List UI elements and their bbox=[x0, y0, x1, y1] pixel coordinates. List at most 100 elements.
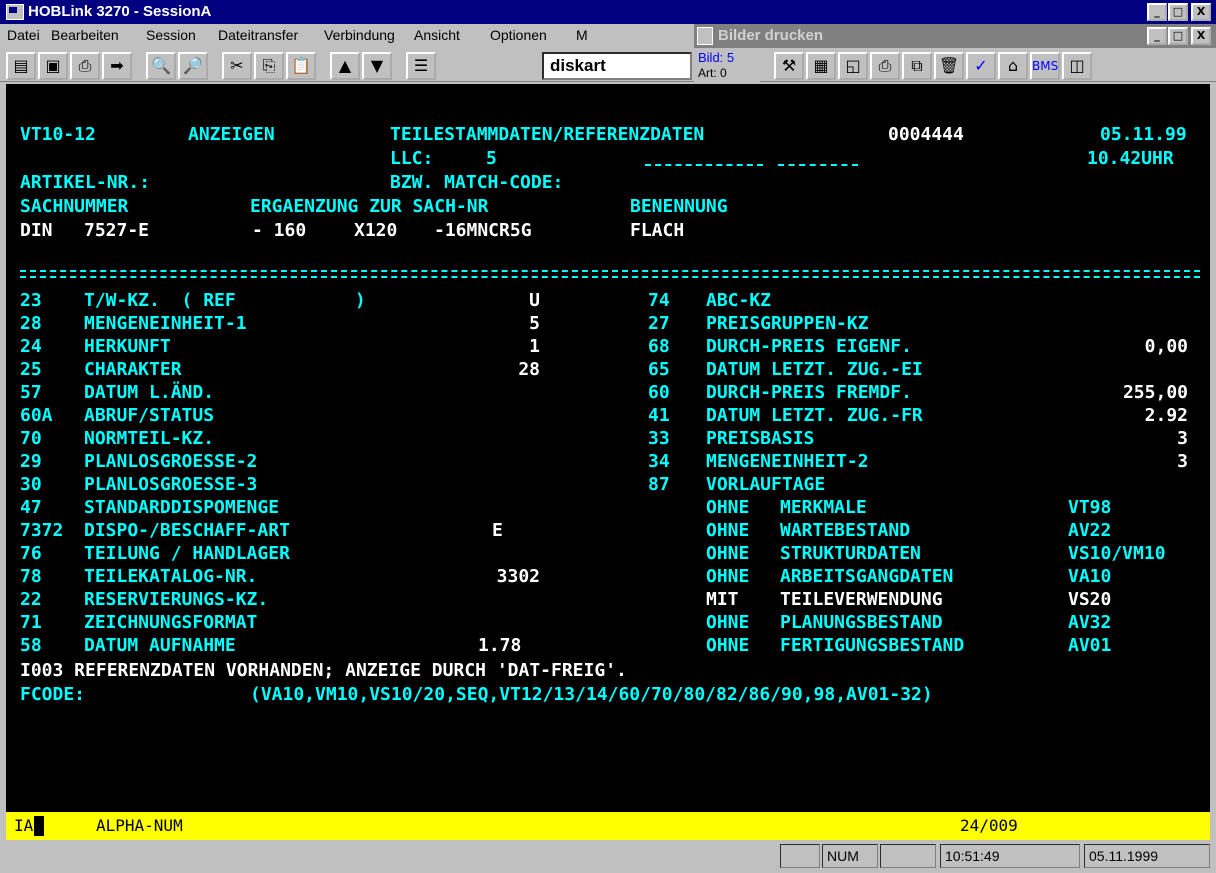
link-label[interactable]: FERTIGUNGSBESTAND bbox=[780, 635, 964, 657]
menu-datei[interactable]: Datei bbox=[7, 27, 40, 43]
paste-icon[interactable]: 📋 bbox=[286, 52, 316, 80]
field-value[interactable]: 5 bbox=[440, 313, 540, 335]
link-code[interactable]: VS20 bbox=[1068, 589, 1111, 611]
delete-icon[interactable]: 🗑 bbox=[934, 52, 964, 80]
link-label[interactable]: WARTEBESTAND bbox=[780, 520, 910, 542]
print-close-button[interactable]: X bbox=[1191, 27, 1211, 45]
field-value[interactable]: 3 bbox=[1060, 451, 1188, 473]
benennung-value[interactable]: FLACH bbox=[630, 220, 684, 242]
copy-image-icon[interactable]: ⧉ bbox=[902, 52, 932, 80]
field-value[interactable]: 3302 bbox=[440, 566, 540, 588]
menu-dateitransfer[interactable]: Dateitransfer bbox=[218, 27, 298, 43]
field-code: 28 bbox=[20, 313, 42, 334]
split-view-icon[interactable]: ◫ bbox=[1062, 52, 1092, 80]
print-maximize-button[interactable]: □ bbox=[1168, 27, 1188, 45]
field-value[interactable]: E bbox=[492, 520, 503, 542]
menu-optionen[interactable]: Optionen bbox=[490, 27, 547, 43]
link-label[interactable]: PLANUNGSBESTAND bbox=[780, 612, 943, 634]
link-label[interactable]: STRUKTURDATEN bbox=[780, 543, 921, 565]
link-code[interactable]: VT98 bbox=[1068, 497, 1111, 519]
page-up-icon[interactable]: ▲ bbox=[330, 52, 360, 80]
field-value[interactable]: 1.78 bbox=[478, 635, 521, 657]
field-code: 25 bbox=[20, 359, 42, 380]
menu-session[interactable]: Session bbox=[146, 27, 196, 43]
app-icon[interactable] bbox=[6, 4, 24, 20]
field-value[interactable]: 3 bbox=[1060, 428, 1188, 450]
minimize-button[interactable]: _ bbox=[1147, 3, 1167, 21]
bild-label: Bild: 5 bbox=[698, 50, 735, 65]
field-value[interactable]: 28 bbox=[440, 359, 540, 381]
menu-verbindung[interactable]: Verbindung bbox=[324, 27, 395, 43]
menu-bearbeiten[interactable]: Bearbeiten bbox=[51, 27, 119, 43]
save-icon[interactable]: ▣ bbox=[38, 52, 68, 80]
screen-capture-icon[interactable]: ▦ bbox=[806, 52, 836, 80]
input-field-underline[interactable] bbox=[778, 164, 858, 166]
field-label: RESERVIERUNGS-KZ. bbox=[84, 589, 269, 610]
status-empty bbox=[880, 844, 936, 868]
close-button[interactable]: X bbox=[1191, 3, 1211, 21]
bms-icon[interactable]: BMS bbox=[1030, 52, 1060, 80]
checkmark-icon[interactable]: ✓ bbox=[966, 52, 996, 80]
scanner-icon[interactable]: ⌂ bbox=[998, 52, 1028, 80]
print-minimize-button[interactable]: _ bbox=[1147, 27, 1167, 45]
link-code[interactable]: AV32 bbox=[1068, 612, 1111, 634]
sach-prefix[interactable]: DIN bbox=[20, 220, 53, 242]
cut-icon[interactable]: ✂ bbox=[222, 52, 252, 80]
sach-number[interactable]: 7527-E bbox=[84, 220, 149, 242]
open-icon[interactable]: ▤ bbox=[6, 52, 36, 80]
session-combo-input[interactable]: diskart bbox=[542, 52, 692, 80]
field-code: 33 bbox=[648, 428, 670, 449]
ergaenzung-a[interactable]: - 160 bbox=[252, 220, 306, 242]
field-value[interactable]: 2.92 bbox=[1060, 405, 1188, 427]
field-code: 68 bbox=[648, 336, 670, 357]
menu-more[interactable]: M bbox=[576, 27, 588, 43]
link-code[interactable]: AV22 bbox=[1068, 520, 1111, 542]
copy-icon[interactable]: ⎘ bbox=[254, 52, 284, 80]
send-icon[interactable]: ➡ bbox=[102, 52, 132, 80]
link-prefix: OHNE bbox=[706, 543, 750, 564]
menu-ansicht[interactable]: Ansicht bbox=[414, 27, 460, 43]
cursor-block bbox=[34, 816, 44, 836]
field-code: 78 bbox=[20, 566, 42, 587]
link-prefix: OHNE bbox=[706, 520, 750, 541]
link-code[interactable]: VS10/VM10 bbox=[1068, 543, 1166, 565]
link-label[interactable]: ARBEITSGANGDATEN bbox=[780, 566, 953, 588]
link-label[interactable]: MERKMALE bbox=[780, 497, 867, 519]
field-code: 22 bbox=[20, 589, 42, 610]
link-prefix: MIT bbox=[706, 589, 739, 610]
field-label: PREISGRUPPEN-KZ bbox=[706, 313, 869, 334]
field-value[interactable]: U bbox=[440, 290, 540, 312]
printer-icon[interactable]: ⎙ bbox=[870, 52, 900, 80]
screen-date: 05.11.99 bbox=[1100, 124, 1187, 145]
field-label: DATUM LETZT. ZUG.-EI bbox=[706, 359, 923, 380]
link-code[interactable]: VA10 bbox=[1068, 566, 1111, 588]
num-lock-indicator: NUM bbox=[822, 844, 878, 868]
ergaenzung-b[interactable]: X120 bbox=[354, 220, 397, 242]
status-date: 05.11.1999 bbox=[1084, 844, 1210, 868]
print-icon[interactable]: ⎙ bbox=[70, 52, 100, 80]
link-code[interactable]: AV01 bbox=[1068, 635, 1111, 657]
field-label: DATUM AUFNAHME bbox=[84, 635, 236, 656]
field-label: DURCH-PREIS FREMDF. bbox=[706, 382, 912, 403]
field-code: 24 bbox=[20, 336, 42, 357]
print-preview-icon[interactable]: ◱ bbox=[838, 52, 868, 80]
field-label: MENGENEINHEIT-2 bbox=[706, 451, 869, 472]
field-value[interactable]: 255,00 bbox=[1060, 382, 1188, 404]
ergaenzung-c[interactable]: -16MNCR5G bbox=[434, 220, 532, 242]
field-code: 7372 bbox=[20, 520, 64, 541]
column-benennung: BENENNUNG bbox=[630, 196, 728, 217]
macro-icon[interactable]: ☰ bbox=[406, 52, 436, 80]
zoom-out-icon[interactable]: 🔎 bbox=[178, 52, 208, 80]
zoom-in-icon[interactable]: 🔍 bbox=[146, 52, 176, 80]
field-code: 74 bbox=[648, 290, 670, 311]
field-label: DATUM L.ÄND. bbox=[84, 382, 215, 403]
link-label[interactable]: TEILEVERWENDUNG bbox=[780, 589, 943, 611]
page-down-icon[interactable]: ▼ bbox=[362, 52, 392, 80]
field-value[interactable]: 0,00 bbox=[1060, 336, 1188, 358]
tools-icon[interactable]: ⚒ bbox=[774, 52, 804, 80]
separator-line bbox=[20, 270, 1200, 272]
print-window-title: Bilder drucken bbox=[718, 27, 824, 44]
maximize-button[interactable]: □ bbox=[1168, 3, 1188, 21]
input-field-underline[interactable] bbox=[645, 164, 763, 166]
field-value[interactable]: 1 bbox=[440, 336, 540, 358]
